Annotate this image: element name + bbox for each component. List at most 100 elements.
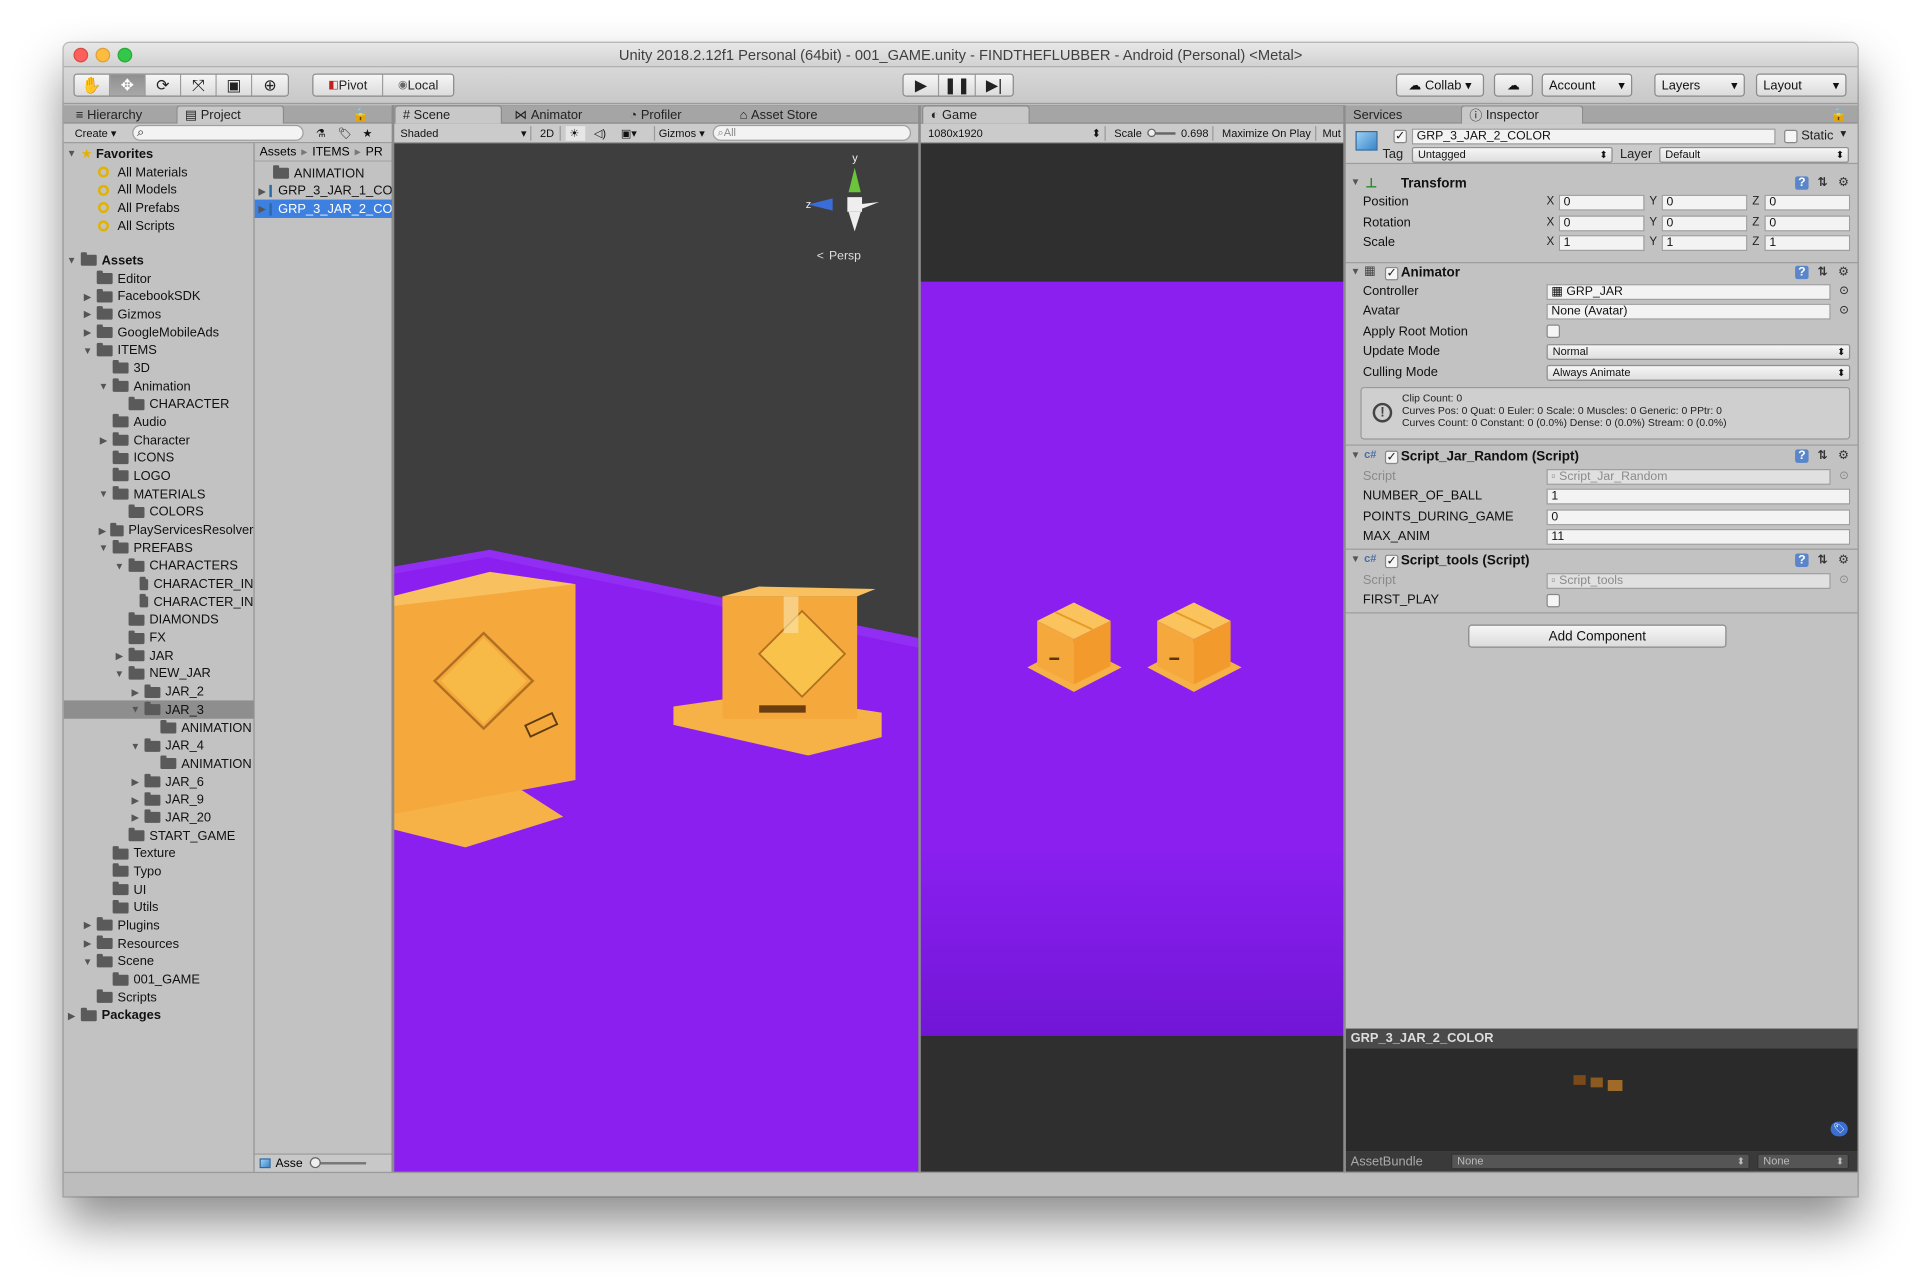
panel-splitter[interactable]	[1343, 105, 1346, 1172]
expand-arrow-icon[interactable]: ▼	[130, 740, 141, 751]
folder-tree-item[interactable]: ANIMATION	[64, 719, 254, 737]
folder-tree-item[interactable]: ▶ PlayServicesResolver	[64, 521, 254, 539]
add-component-button[interactable]: Add Component	[1468, 624, 1727, 648]
settings-gear-icon[interactable]: ⚙	[1837, 449, 1850, 462]
static-checkbox[interactable]	[1784, 129, 1798, 144]
folder-tree-item[interactable]: ▶ JAR	[64, 647, 254, 665]
tab-game[interactable]: ◐ Game	[922, 105, 1030, 124]
script-field-input[interactable]: 0	[1546, 508, 1851, 525]
resolution-dropdown[interactable]: 1080x1920 ⬍	[924, 126, 1106, 141]
folder-tree-item[interactable]: ICONS	[64, 449, 254, 467]
expand-arrow-icon[interactable]: ▼	[98, 381, 109, 392]
transform-y-field[interactable]: 1	[1661, 235, 1748, 252]
folder-tree-item[interactable]: ▶ FacebookSDK	[64, 287, 254, 305]
folder-tree-item[interactable]: START_GAME	[64, 827, 254, 845]
tab-services[interactable]: Services	[1346, 105, 1456, 123]
tab-profiler[interactable]: ◔ Profiler	[622, 105, 727, 123]
expand-arrow-icon[interactable]: ▶	[130, 794, 141, 805]
script-tools-checkbox[interactable]: ✓	[1384, 554, 1399, 569]
tab-project[interactable]: ▤ Project	[176, 105, 285, 124]
culling-mode-dropdown[interactable]: Always Animate	[1546, 364, 1851, 381]
folder-tree-item[interactable]: Utils	[64, 899, 254, 917]
assetbundle-variant-dropdown[interactable]: None	[1757, 1153, 1849, 1170]
folder-tree-item[interactable]: Scripts	[64, 988, 254, 1006]
transform-z-field[interactable]: 0	[1764, 194, 1851, 211]
tab-scene[interactable]: # Scene	[394, 105, 503, 124]
gizmos-dropdown[interactable]: Gizmos ▾	[653, 126, 708, 141]
presets-icon[interactable]: ⇅	[1816, 176, 1829, 189]
axis-x-label[interactable]: X	[1547, 235, 1555, 248]
hand-icon[interactable]: ✋	[74, 74, 111, 96]
scene-viewport[interactable]: y z Persp <	[391, 143, 919, 1172]
help-icon[interactable]: ?	[1795, 265, 1809, 280]
expand-arrow-icon[interactable]: ▶	[258, 204, 266, 215]
project-file-item[interactable]: ANIMATION	[255, 164, 392, 182]
shading-mode-dropdown[interactable]: Shaded ▾	[397, 126, 532, 141]
help-icon[interactable]: ?	[1795, 449, 1809, 463]
filter-type-icon[interactable]: ⚗	[312, 126, 329, 141]
axis-x-label[interactable]: X	[1547, 216, 1555, 229]
folder-tree-item[interactable]: LOGO	[64, 467, 254, 485]
panel-splitter[interactable]	[918, 105, 921, 1172]
assets-header[interactable]: ▼ Assets	[66, 251, 144, 269]
active-checkbox[interactable]: ✓	[1393, 129, 1407, 144]
create-dropdown[interactable]: Create ▾	[71, 126, 122, 141]
icon-size-slider[interactable]	[310, 1157, 367, 1169]
folder-tree-item[interactable]: ▶ Packages	[64, 1006, 254, 1024]
folder-tree-item[interactable]: ▼ PREFABS	[64, 539, 254, 557]
script-jar-random-header[interactable]: ▼ c# ✓ Script_Jar_Random (Script) ? ⇅ ⚙	[1346, 448, 1858, 468]
axis-y-label[interactable]: Y	[1649, 195, 1657, 208]
lock-icon[interactable]: 🔒	[1831, 105, 1848, 123]
folder-tree-item[interactable]: ▼ Animation	[64, 377, 254, 395]
breadcrumb-prefabs[interactable]: PR	[366, 145, 383, 158]
expand-arrow-icon[interactable]: ▶	[82, 938, 93, 949]
axis-z-label[interactable]: Z	[1752, 235, 1759, 248]
expand-arrow-icon[interactable]: ▶	[98, 435, 109, 446]
animator-enabled-checkbox[interactable]: ✓	[1384, 266, 1399, 281]
expand-arrow-icon[interactable]: ▼	[114, 669, 125, 680]
folder-tree-item[interactable]: COLORS	[64, 503, 254, 521]
folder-tree-item[interactable]: UI	[64, 881, 254, 899]
folder-tree-item[interactable]: ▼ Scene	[64, 952, 254, 970]
folder-tree-item[interactable]: Typo	[64, 863, 254, 881]
folder-tree-item[interactable]: ▶ JAR_2	[64, 683, 254, 701]
rect-icon[interactable]: ▣	[216, 74, 253, 96]
project-search-input[interactable]: ⌕	[132, 124, 304, 141]
transform-y-field[interactable]: 0	[1661, 194, 1748, 211]
collab-dropdown[interactable]: ☁ Collab ▾	[1395, 73, 1485, 97]
folder-tree-item[interactable]: ▶ JAR_9	[64, 791, 254, 809]
folder-tree-item[interactable]: ANIMATION	[64, 755, 254, 773]
maximize-on-play-toggle[interactable]: Maximize On Play	[1218, 126, 1317, 141]
object-picker-icon[interactable]: ⊙	[1839, 304, 1849, 317]
expand-arrow-icon[interactable]: ▶	[82, 327, 93, 338]
pause-button[interactable]: ❚❚	[939, 74, 976, 96]
transform-icon[interactable]: ⊕	[252, 74, 288, 96]
transform-x-field[interactable]: 1	[1558, 235, 1645, 252]
transform-z-field[interactable]: 1	[1764, 235, 1851, 252]
effects-icon[interactable]: ▣▾	[617, 126, 649, 141]
expand-arrow-icon[interactable]: ▼	[82, 956, 93, 967]
2d-toggle[interactable]: 2D	[536, 126, 561, 141]
transform-header[interactable]: ▼ ⊥ Transform ? ⇅ ⚙	[1346, 175, 1858, 195]
pivot-button[interactable]: ◧ Pivot	[313, 74, 384, 96]
scale-icon[interactable]: ⤧	[181, 74, 217, 96]
expand-arrow-icon[interactable]: ▼	[130, 704, 141, 715]
layers-dropdown[interactable]: Layers ▾	[1654, 73, 1745, 97]
expand-arrow-icon[interactable]: ▼	[98, 543, 109, 554]
tab-animator[interactable]: ⋈ Animator	[507, 105, 615, 123]
help-icon[interactable]: ?	[1795, 176, 1809, 190]
preview-area[interactable]: 🏷	[1345, 1048, 1858, 1152]
layer-dropdown[interactable]: Default	[1659, 146, 1849, 163]
folder-tree-item[interactable]: ▼ NEW_JAR	[64, 665, 254, 683]
folder-tree-item[interactable]: 001_GAME	[64, 970, 254, 988]
move-icon[interactable]: ✥	[110, 74, 146, 96]
step-button[interactable]: ▶|	[975, 74, 1013, 96]
folder-tree-item[interactable]: ▶ Plugins	[64, 916, 254, 934]
breadcrumb-items[interactable]: ITEMS	[312, 145, 349, 158]
tab-asset-store[interactable]: ⌂ Asset Store	[732, 105, 867, 123]
folder-tree-item[interactable]: ▼ ITEMS	[64, 341, 254, 359]
object-picker-icon[interactable]: ⊙	[1839, 284, 1849, 297]
folder-tree-item[interactable]: Texture	[64, 845, 254, 863]
account-dropdown[interactable]: Account ▾	[1541, 73, 1633, 97]
expand-arrow-icon[interactable]: ▶	[258, 186, 266, 197]
